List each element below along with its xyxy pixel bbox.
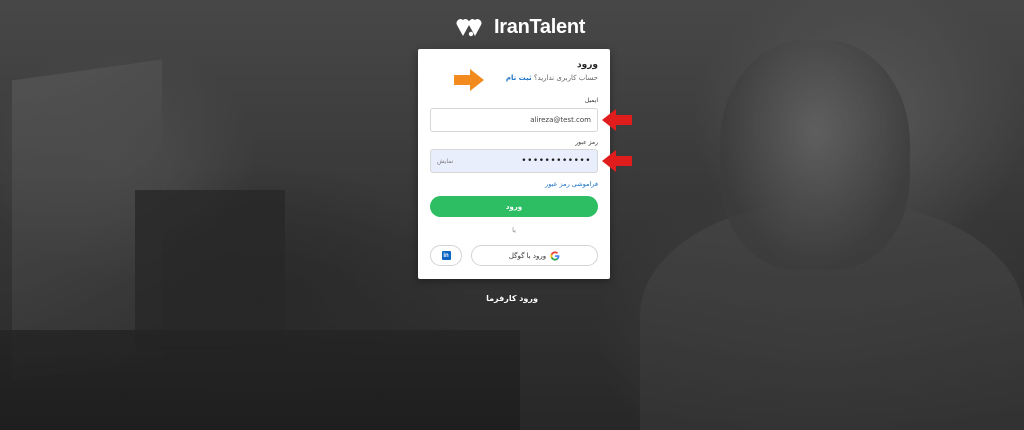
register-prompt: حساب کاربری ندارید؟ ثبت نام — [506, 74, 598, 82]
show-password-toggle[interactable]: نمایش — [437, 158, 453, 165]
red-arrow-icon — [602, 109, 632, 131]
linkedin-icon: in — [441, 251, 451, 260]
forgot-password-link[interactable]: فراموشی رمز عبور — [545, 180, 598, 188]
irantalent-hearts-icon — [456, 19, 482, 37]
no-account-text: حساب کاربری ندارید؟ — [533, 74, 598, 82]
google-login-button[interactable]: ورود با گوگل — [471, 245, 598, 266]
password-label: رمز عبور — [575, 139, 598, 146]
or-divider: یا — [512, 226, 516, 234]
google-login-label: ورود با گوگل — [508, 251, 547, 260]
login-title: ورود — [577, 60, 598, 70]
google-g-icon — [550, 250, 560, 261]
password-field[interactable]: نمایش •••••••••••• — [430, 149, 598, 173]
brand-logo[interactable]: IranTalent — [456, 14, 585, 40]
register-link[interactable]: ثبت نام — [506, 74, 532, 82]
login-card: ورود حساب کاربری ندارید؟ ثبت نام ایمیل a… — [418, 49, 610, 279]
login-button[interactable]: ورود — [430, 196, 598, 217]
email-field[interactable]: alireza@test.com — [430, 108, 598, 132]
orange-arrow-icon — [454, 69, 484, 91]
password-value: •••••••••••• — [521, 156, 591, 166]
email-value: alireza@test.com — [530, 116, 591, 124]
linkedin-login-button[interactable]: in — [430, 245, 462, 266]
red-arrow-icon — [602, 150, 632, 172]
brand-name: IranTalent — [494, 15, 586, 38]
email-label: ایمیل — [584, 97, 598, 104]
employer-login-link[interactable]: ورود کارفرما — [0, 294, 1024, 303]
